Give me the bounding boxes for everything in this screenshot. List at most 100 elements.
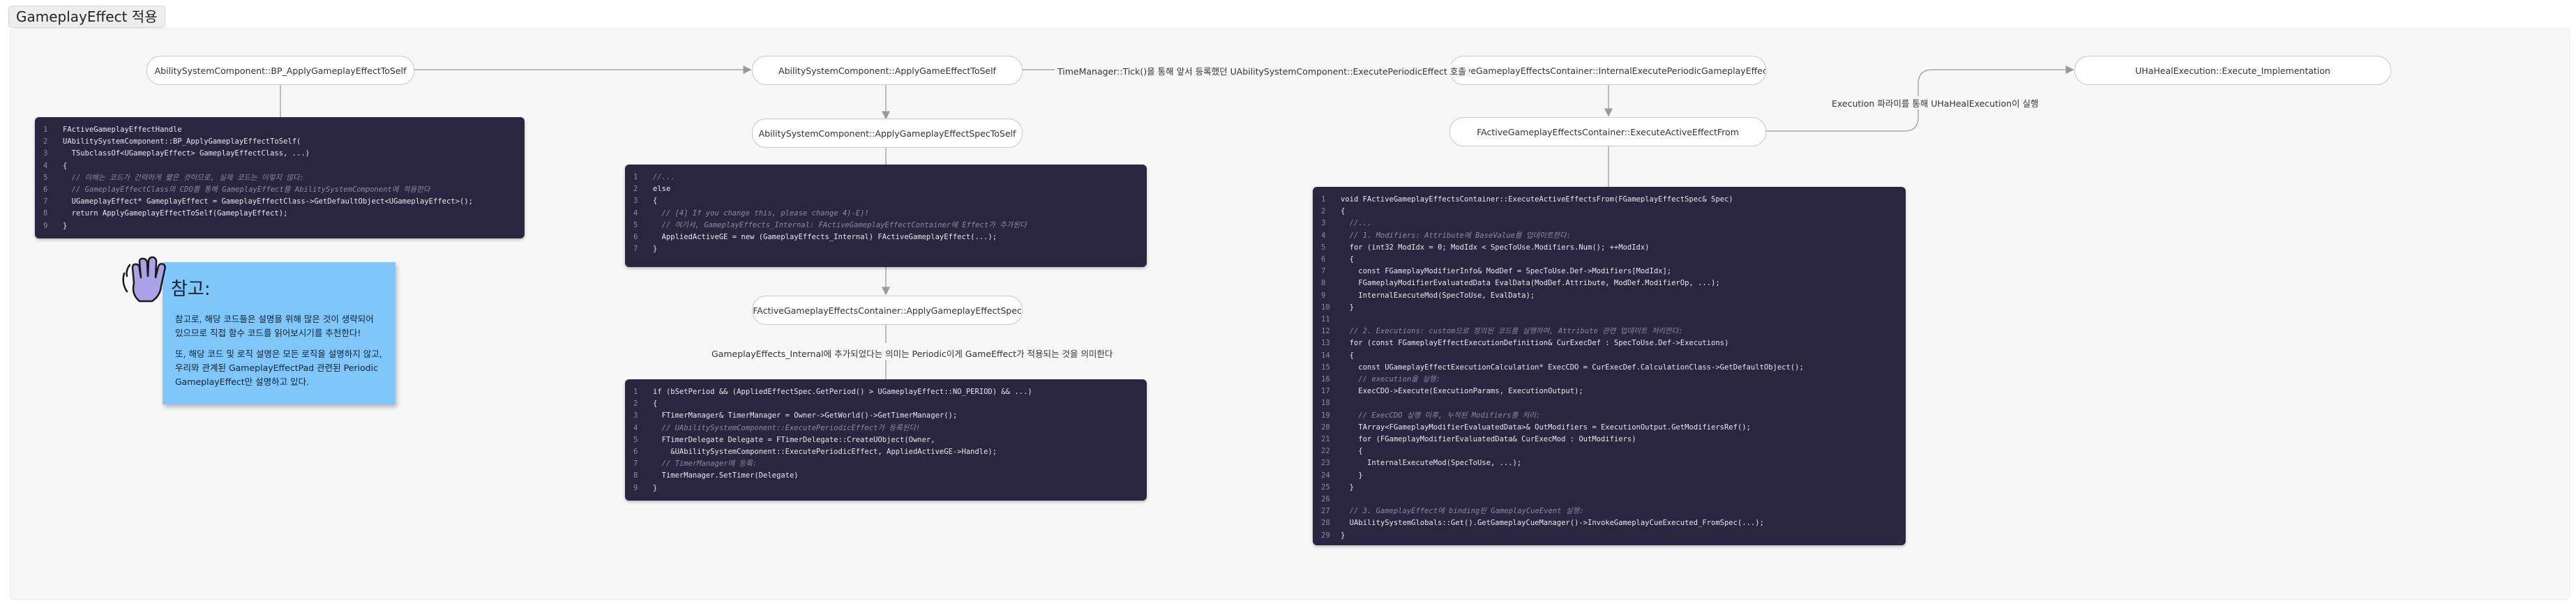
code-text: // 이해는 코드가 간략하게 짧은 것이므로, 실제 코드는 이렇지 않다: (63, 173, 304, 182)
code-line: 9} (633, 482, 1138, 494)
line-number: 20 (1321, 423, 1330, 432)
waving-hand-icon (122, 256, 166, 303)
line-number: 27 (1321, 507, 1330, 516)
code-line: 6 &UAbilitySystemComponent::ExecutePerio… (633, 446, 1138, 458)
line-number: 9 (1321, 291, 1326, 300)
line-number: 5 (633, 220, 638, 229)
code-line: 7 // TimerManager에 등록: (633, 458, 1138, 470)
code-block-apply-spec: 1//... 2 else 3{4 // [4] If you change this… (625, 165, 1147, 267)
code-line: 5 for (int32 ModIdx = 0; ModIdx < SpecTo… (1321, 242, 1897, 254)
line-number: 6 (1321, 255, 1326, 264)
code-text: void FActiveGameplayEffectsContainer::Ex… (1341, 195, 1733, 204)
code-text: } (1341, 531, 1346, 540)
code-text: const UGameplayEffectExecutionCalculatio… (1341, 363, 1804, 372)
code-line: 12 // 2. Executions: custom으로 정의된 코드를 실행… (1321, 326, 1897, 337)
code-line: 7 const FGameplayModifierInfo& ModDef = … (1321, 266, 1897, 278)
code-line: 9 InternalExecuteMod(SpecToUse, EvalData… (1321, 290, 1897, 302)
line-number: 5 (1321, 243, 1326, 252)
code-text: TArray<FGameplayModifierEvaluatedData>& … (1341, 423, 1751, 432)
node-apply-game-effect-to-self[interactable]: AbilitySystemComponent::ApplyGameEffectT… (752, 56, 1023, 85)
sticky-note[interactable]: 참고: 참고로, 해당 코드들은 설명을 위해 많은 것이 생략되어 있으므로 … (163, 262, 396, 404)
line-number: 28 (1321, 519, 1330, 528)
line-number: 1 (633, 388, 638, 396)
code-line: 21 for (FGameplayModifierEvaluatedData& … (1321, 434, 1897, 446)
node-apply-gameplay-effect-spec-to-self[interactable]: AbilitySystemComponent::ApplyGameplayEff… (752, 119, 1023, 148)
code-block-execute-active-effects: 1 void FActiveGameplayEffectsContainer::E… (1313, 187, 1906, 545)
code-line: 14 { (1321, 350, 1897, 362)
node-uhealexecution-execute-implementation[interactable]: UHaHealExecution::Execute_Implementation (2074, 56, 2391, 85)
code-text: UGameplayEffect* GameplayEffect = Gamepl… (63, 197, 473, 206)
line-number: 10 (1321, 303, 1330, 312)
line-number: 29 (1321, 531, 1330, 540)
code-text: } (63, 221, 68, 230)
code-line: 2 UAbilitySystemComponent::BP_ApplyGamepl… (43, 136, 516, 148)
line-number: 17 (1321, 387, 1330, 396)
code-line: 4 // 1. Modifiers: Attribute에 BaseValue를… (1321, 230, 1897, 242)
line-number: 19 (1321, 411, 1330, 420)
line-number: 2 (633, 185, 638, 194)
code-line: 6 // GameplayEffectClass의 CDO를 통해 Gamepl… (43, 184, 516, 196)
code-text: InternalExecuteMod(SpecToUse, ...); (1341, 459, 1522, 468)
line-number: 6 (43, 185, 48, 195)
code-text: // GameplayEffectClass의 CDO를 통해 Gameplay… (63, 185, 430, 195)
code-line: 9} (43, 220, 516, 232)
code-text: // 여기서, GameplayEffects_Internal: FActiv… (653, 220, 1027, 229)
code-block-bp-apply: 1 FActiveGameplayEffectHandle 2 UAbilitySys… (35, 117, 525, 238)
code-text: { (63, 161, 68, 170)
code-line: 25 } (1321, 482, 1897, 494)
code-line: 11 (1321, 314, 1897, 326)
code-text: for (FGameplayModifierEvaluatedData& Cur… (1341, 435, 1636, 444)
code-text: //... (1341, 219, 1372, 228)
line-number: 23 (1321, 459, 1330, 468)
code-line: 2 else (633, 183, 1138, 195)
code-text: { (1341, 351, 1354, 360)
code-text: ExecCDO->Execute(ExecutionParams, Execut… (1341, 387, 1583, 396)
code-line: 3 FTimerManager& TimerManager = Owner->G… (633, 410, 1138, 422)
code-text: UAbilitySystemGlobals::Get().GetGameplay… (1341, 519, 1764, 528)
code-text: // UAbilitySystemComponent::ExecutePerio… (653, 423, 921, 432)
code-line: 8 FGameplayModifierEvaluatedData EvalDat… (1321, 278, 1897, 289)
code-text: else (653, 185, 671, 194)
code-text: { (653, 197, 658, 206)
code-text: { (1341, 207, 1346, 216)
line-number: 1 (43, 126, 48, 134)
code-line: 2{ (1321, 206, 1897, 218)
line-number: 9 (43, 221, 48, 230)
code-block-periodic-timer: 1 if (bSetPeriod && (AppliedEffectSpec.Ge… (625, 379, 1147, 501)
code-line: 27 // 3. GameplayEffect에 binding된 Gamepl… (1321, 506, 1897, 517)
line-number: 9 (633, 483, 638, 492)
node-bp-apply-gameplay-effect-to-self[interactable]: AbilitySystemComponent::BP_ApplyGameplay… (146, 56, 414, 85)
node-execute-active-effect-from[interactable]: FActiveGameplayEffectsContainer::Execute… (1449, 117, 1766, 146)
code-text: // ExecCDO 실행 이후, 누적된 Modifiers를 처리: (1341, 411, 1541, 420)
code-text: // TimerManager에 등록: (653, 459, 758, 469)
code-text: const FGameplayModifierInfo& ModDef = Sp… (1341, 267, 1672, 276)
line-number: 14 (1321, 351, 1330, 360)
code-text: // 2. Executions: custom으로 정의된 코드를 실행하여,… (1341, 327, 1683, 336)
code-line: 8 return ApplyGameplayEffectToSelf(Gamep… (43, 208, 516, 220)
line-number: 2 (633, 400, 638, 409)
line-number: 7 (633, 245, 638, 254)
line-number: 3 (633, 411, 638, 420)
code-line: 1 //... (633, 172, 1138, 183)
code-line: 4{ (43, 160, 516, 172)
code-text: TSubclassOf<UGameplayEffect> GameplayEff… (63, 149, 310, 158)
code-line: 5 FTimerDelegate Delegate = FTimerDelega… (633, 434, 1138, 446)
code-text: //... (653, 173, 675, 181)
line-number: 4 (1321, 231, 1326, 240)
code-line: 1 if (bSetPeriod && (AppliedEffectSpec.Ge… (633, 386, 1138, 398)
line-number: 5 (633, 435, 638, 444)
code-line: 15 const UGameplayEffectExecutionCalcula… (1321, 362, 1897, 374)
line-number: 6 (633, 448, 638, 457)
node-container-apply-gameplay-effect-spec[interactable]: FActiveGameplayEffectsContainer::ApplyGa… (752, 296, 1023, 325)
code-line: 26 (1321, 494, 1897, 506)
code-line: 7 UGameplayEffect* GameplayEffect = Game… (43, 196, 516, 208)
line-number: 4 (43, 161, 48, 170)
edge-label-execution-class: Execution 파라미를 통해 UHaHealExecution이 실행 (1829, 96, 2042, 109)
line-number: 4 (633, 208, 638, 218)
code-line: 13 for (const FGameplayEffectExecutionDe… (1321, 337, 1897, 349)
line-number: 16 (1321, 375, 1330, 384)
code-text: UAbilitySystemComponent::BP_ApplyGamepla… (63, 137, 301, 146)
code-line: 8 TimerManager.SetTimer(Delegate) (633, 470, 1138, 482)
node-internal-execute-periodic-gameplay-effect[interactable]: FActiveGameplayEffectsContainer::Interna… (1449, 56, 1766, 85)
code-line: 1 void FActiveGameplayEffectsContainer::E… (1321, 194, 1897, 206)
